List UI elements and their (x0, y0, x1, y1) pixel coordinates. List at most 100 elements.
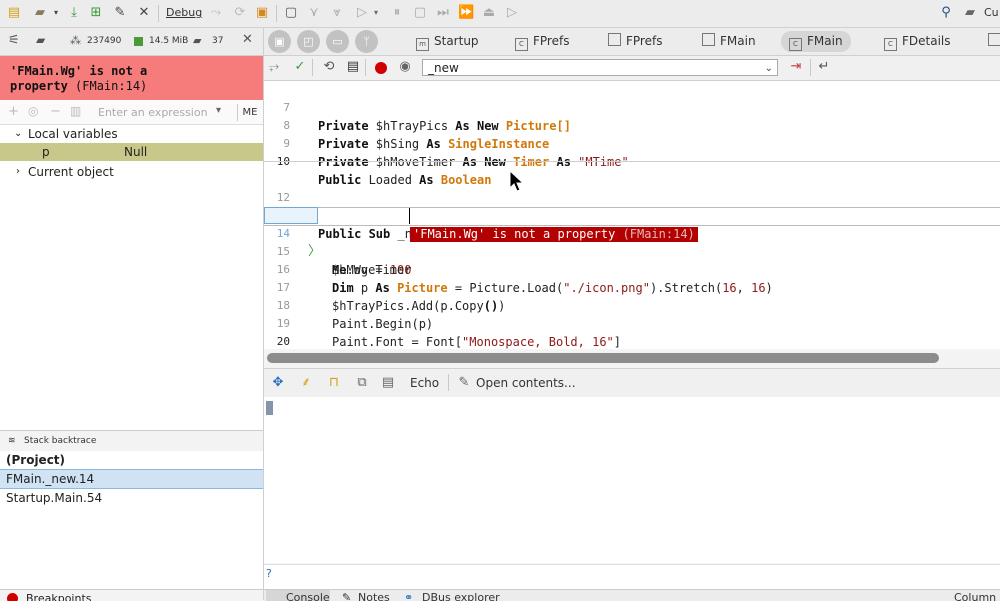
goto-icon[interactable]: ⥅ (266, 59, 282, 75)
class-icon (988, 33, 1000, 46)
handles-icon: ▰ (193, 34, 202, 47)
step-over-icon[interactable]: ⩔ (329, 5, 345, 21)
add-icon[interactable]: + (8, 104, 19, 119)
code-line: 21 Paint.DrawText("⌀", 3, -3, 16, 16, Al… (264, 333, 1000, 349)
variable-name: p (42, 145, 50, 159)
stop-icon[interactable]: ▢ (412, 5, 428, 21)
folder-icon[interactable]: ▰ (36, 33, 45, 47)
new-file-icon[interactable]: ▤ (6, 5, 22, 21)
console-prompt-row[interactable]: ? (264, 564, 1000, 589)
tab-fprefs-form[interactable]: FPrefs (600, 31, 670, 52)
console-output[interactable] (264, 397, 1000, 563)
copy-icon[interactable]: ⧉ (354, 375, 370, 391)
save-icon[interactable]: ▤ (345, 59, 361, 75)
move-icon[interactable]: ✥ (270, 375, 286, 391)
wrap-icon[interactable]: ↵ (816, 59, 832, 75)
breakpoint-icon[interactable] (375, 62, 387, 74)
stack-frame-row[interactable]: Startup.Main.54 (0, 489, 263, 507)
next-icon[interactable]: ⏭ (435, 5, 451, 21)
open-dropdown-icon[interactable]: ▾ (48, 5, 64, 21)
pause-icon[interactable]: ⏸ (389, 5, 405, 21)
package-icon[interactable]: ▣ (254, 5, 270, 21)
properties-icon[interactable]: ✎ (112, 5, 128, 21)
tab-fmain-form[interactable]: FMain (694, 31, 764, 52)
cut-label[interactable]: Cu (984, 6, 999, 19)
code-line: 7 Private $hTrayPics As New Picture[] (283, 101, 571, 133)
edit-icon[interactable]: ✎ (456, 375, 472, 391)
comment-icon[interactable]: ▭ (326, 30, 349, 53)
sliders-icon[interactable]: ⚟ (8, 33, 20, 48)
tab-fmain-class[interactable]: C FMain (781, 31, 851, 52)
current-object-header[interactable]: › Current object (0, 163, 263, 181)
skip-icon[interactable]: ⏩ (458, 5, 474, 21)
forward-icon[interactable]: ⤳ (208, 5, 224, 21)
tab-fprefs-class[interactable]: C FPrefs (507, 31, 577, 52)
text-caret (409, 208, 410, 224)
code-line: 9 Private $hMoveTimer As New Timer As "M… (283, 137, 629, 169)
procedure-select[interactable]: _new ⌄ (422, 59, 778, 76)
paste-icon[interactable]: ▤ (380, 375, 396, 391)
lock-icon[interactable]: ⊓ (326, 375, 342, 391)
watch-icon[interactable]: ◉ (397, 59, 413, 75)
folder-icon[interactable]: ▰ (962, 5, 978, 21)
open-contents-button[interactable]: Open contents... (476, 376, 576, 390)
close-icon[interactable]: ✕ (242, 32, 253, 47)
local-variables-header[interactable]: ⌄ Local variables (0, 125, 263, 143)
eject-icon[interactable]: ⏏ (481, 5, 497, 21)
objects-count: 237490 (87, 36, 122, 46)
stack-backtrace-header: ≋ Stack backtrace (0, 430, 263, 451)
editor-toolbar: ⥅ ✓ ⟲ ▤ ◉ _new ⌄ ⇥ ↵ (264, 56, 1000, 81)
error-tooltip: 'FMain.Wg' is not a property (FMain:14) (410, 227, 698, 242)
play-dropdown-icon[interactable]: ▾ (368, 5, 384, 21)
stack-project-row[interactable]: (Project) (0, 451, 263, 469)
breakpoints-header[interactable]: Breakpoints (0, 589, 263, 601)
echo-button[interactable]: Echo (410, 376, 439, 390)
check-icon[interactable]: ✓ (292, 59, 308, 75)
search-icon[interactable]: ⚲ (938, 5, 954, 21)
compile-icon[interactable]: ⤓ (66, 5, 82, 21)
form-view-icon[interactable]: ▣ (268, 30, 291, 53)
code-line: 8 Private $hSing As SingleInstance (283, 119, 550, 151)
open-folder-icon[interactable]: ▰ (32, 5, 48, 21)
step-return-icon[interactable]: ▷ (504, 5, 520, 21)
code-editor[interactable]: 7 Private $hTrayPics As New Picture[] 8 … (264, 81, 1000, 349)
toolbar-separator (365, 59, 366, 76)
error-message: 'FMain.Wg' is not a property (FMain:14) (0, 56, 263, 100)
code-line: 20 Paint.Background = Color.Red (276, 335, 290, 348)
step-into-icon[interactable]: ⋎ (306, 5, 322, 21)
horizontal-scrollbar[interactable] (264, 350, 1000, 369)
local-variable-row[interactable]: p Null (0, 143, 263, 161)
watch-icon[interactable]: ◎ (28, 104, 38, 118)
remove-icon[interactable]: − (50, 104, 61, 119)
memory-icon (134, 37, 143, 46)
chevron-down-icon[interactable]: ▾ (216, 105, 221, 116)
database-icon[interactable]: ◰ (297, 30, 320, 53)
tools-icon[interactable]: ✕ (136, 5, 152, 21)
tab-startup[interactable]: m Startup (408, 31, 487, 52)
toolbar-separator (810, 59, 811, 76)
refresh-icon[interactable]: ⟳ (232, 5, 248, 21)
tab-more[interactable] (980, 31, 1000, 52)
chevron-down-icon[interactable]: ⌄ (14, 125, 22, 143)
variable-value: Null (124, 145, 148, 159)
branch-icon[interactable]: ᛘ (355, 30, 378, 53)
scrollbar-thumb[interactable] (267, 353, 939, 363)
broom-icon[interactable]: ⸙ (298, 375, 314, 391)
toolbar-separator (312, 59, 313, 76)
stack-frame-row[interactable]: FMain._new.14 (0, 469, 263, 489)
debug-panel: ⚟ ▰ ⁂ 237490 14.5 MiB ▰ 37 ✕ 'FMain.Wg' … (0, 28, 264, 601)
expression-input[interactable]: Enter an expression (98, 106, 208, 119)
sign-in-icon[interactable]: ⇥ (788, 59, 804, 75)
me-button[interactable]: ME (237, 104, 262, 121)
debug-menu[interactable]: Debug (166, 6, 202, 19)
chevron-down-icon[interactable]: ⌄ (765, 60, 773, 77)
make-icon[interactable]: ⊞ (88, 5, 104, 21)
code-line: 10 Public Loaded As Boolean (276, 155, 492, 187)
toolbar-separator (276, 5, 277, 22)
trash-icon[interactable]: ▥ (70, 104, 81, 118)
stop-square-icon[interactable]: ▢ (283, 5, 299, 21)
reload-icon[interactable]: ⟲ (321, 59, 337, 75)
tab-fdetails[interactable]: C FDetails (876, 31, 959, 52)
code-line: 19 Paint.Font = Font["Monospace, Bold, 1… (276, 317, 621, 349)
chevron-right-icon[interactable]: › (16, 163, 20, 181)
